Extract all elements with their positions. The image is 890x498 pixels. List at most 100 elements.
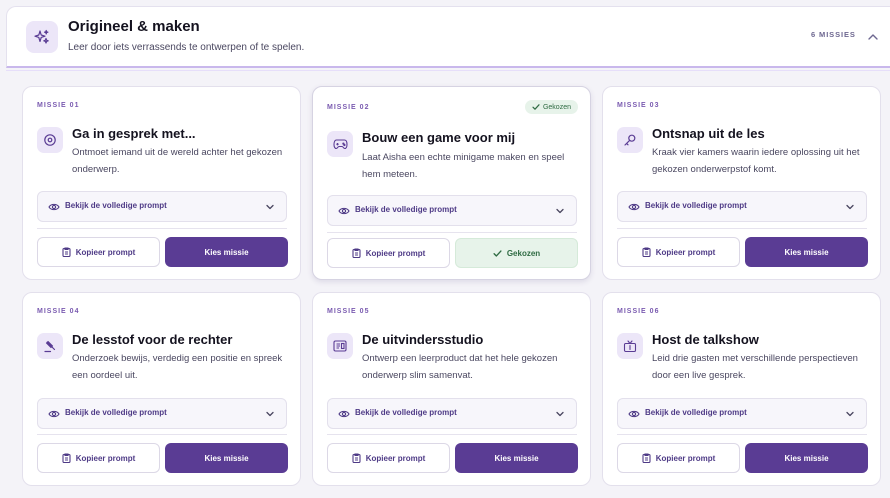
copy-prompt-label: Kopieer prompt — [655, 453, 716, 463]
pick-mission-button[interactable]: Kies missie — [165, 443, 288, 473]
copy-prompt-button[interactable]: Kopieer prompt — [617, 237, 740, 267]
chat-icon — [37, 127, 63, 153]
eye-icon — [48, 203, 60, 211]
mission-title: Bouw een game voor mij — [362, 130, 516, 145]
copy-prompt-label: Kopieer prompt — [655, 247, 716, 257]
view-prompt-toggle[interactable]: Bekijk de volledige prompt — [327, 398, 577, 429]
copy-prompt-button[interactable]: Kopieer prompt — [37, 443, 160, 473]
mission-title: Ontsnap uit de les — [652, 126, 765, 141]
card-separator — [327, 232, 577, 233]
view-prompt-toggle[interactable]: Bekijk de volledige prompt — [37, 398, 287, 429]
sparkles-icon — [26, 21, 58, 53]
view-prompt-label: Bekijk de volledige prompt — [355, 408, 457, 417]
mission-description: Kraak vier kamers waarin iedere oplossin… — [652, 147, 860, 175]
copy-prompt-label: Kopieer prompt — [75, 247, 136, 257]
mission-number: MISSIE 04 — [37, 308, 80, 315]
card-separator — [617, 228, 867, 229]
status-badge-label: Gekozen — [542, 103, 571, 111]
clipboard-icon — [642, 247, 651, 257]
gavel-icon — [37, 333, 63, 359]
mission-card-5: MISSIE 05 De uitvindersstudio Ontwerp ee… — [312, 292, 591, 486]
card-separator — [327, 434, 577, 435]
mission-card-2: MISSIE 02 Gekozen Bouw een game voor mij… — [312, 86, 591, 280]
mission-number: MISSIE 03 — [617, 102, 660, 109]
mission-title: Ga in gesprek met... — [72, 126, 196, 141]
mission-title: Host de talkshow — [652, 332, 759, 347]
view-prompt-label: Bekijk de volledige prompt — [355, 205, 457, 214]
pick-mission-button[interactable]: Kies missie — [745, 237, 868, 267]
chevron-down-icon — [266, 204, 274, 210]
mission-number: MISSIE 02 — [327, 104, 370, 111]
view-prompt-toggle[interactable]: Bekijk de volledige prompt — [327, 195, 577, 226]
mission-description: Ontwerp een leerproduct dat het hele gek… — [362, 353, 558, 381]
pick-mission-label: Kies missie — [784, 453, 829, 463]
section-subtitle: Leer door iets verrassends te ontwerpen … — [68, 42, 305, 53]
picked-mission-label: Gekozen — [506, 248, 541, 258]
clipboard-icon — [62, 247, 71, 257]
pick-mission-label: Kies missie — [204, 453, 249, 463]
mission-card-6: MISSIE 06 Host de talkshow Leid drie gas… — [602, 292, 881, 486]
header-divider — [6, 70, 890, 71]
product-icon — [327, 333, 353, 359]
pick-mission-label: Kies missie — [784, 247, 829, 257]
mission-count: 6 MISSIES — [811, 30, 856, 39]
mission-title: De uitvindersstudio — [362, 332, 484, 347]
view-prompt-toggle[interactable]: Bekijk de volledige prompt — [37, 191, 287, 222]
mission-description: Onderzoek bewijs, verdedig een positie e… — [72, 353, 283, 381]
view-prompt-label: Bekijk de volledige prompt — [645, 201, 747, 210]
chevron-down-icon — [846, 204, 854, 210]
view-prompt-toggle[interactable]: Bekijk de volledige prompt — [617, 191, 867, 222]
chevron-down-icon — [556, 411, 564, 417]
mission-title: De lesstof voor de rechter — [72, 332, 233, 347]
mission-number: MISSIE 01 — [37, 102, 80, 109]
mission-description: Leid drie gasten met verschillende persp… — [652, 353, 858, 381]
eye-icon — [338, 410, 350, 418]
copy-prompt-label: Kopieer prompt — [365, 453, 426, 463]
copy-prompt-button[interactable]: Kopieer prompt — [327, 443, 450, 473]
mission-number: MISSIE 06 — [617, 308, 660, 315]
check-icon — [532, 104, 540, 110]
mission-number: MISSIE 05 — [327, 308, 370, 315]
pick-mission-label: Kies missie — [494, 453, 539, 463]
section-title: Origineel & maken — [68, 18, 200, 35]
mission-description: Laat Aisha een echte minigame maken en s… — [362, 152, 565, 180]
pick-mission-button[interactable]: Kies missie — [745, 443, 868, 473]
clipboard-icon — [62, 453, 71, 463]
tv-icon — [617, 333, 643, 359]
card-separator — [37, 228, 287, 229]
check-icon — [493, 249, 502, 257]
chevron-up-icon[interactable] — [865, 29, 881, 45]
copy-prompt-label: Kopieer prompt — [365, 248, 426, 258]
eye-icon — [48, 410, 60, 418]
pick-mission-label: Kies missie — [204, 247, 249, 257]
key-icon — [617, 127, 643, 153]
pick-mission-button[interactable]: Kies missie — [165, 237, 288, 267]
eye-icon — [628, 203, 640, 211]
clipboard-icon — [352, 453, 361, 463]
mission-card-4: MISSIE 04 De lesstof voor de rechter Ond… — [22, 292, 301, 486]
chevron-down-icon — [266, 411, 274, 417]
card-separator — [617, 434, 867, 435]
picked-mission-button[interactable]: Gekozen — [455, 238, 578, 268]
card-separator — [37, 434, 287, 435]
mission-card-1: MISSIE 01 Ga in gesprek met... Ontmoet i… — [22, 86, 301, 280]
copy-prompt-button[interactable]: Kopieer prompt — [617, 443, 740, 473]
mission-description: Ontmoet iemand uit de wereld achter het … — [72, 147, 283, 175]
copy-prompt-label: Kopieer prompt — [75, 453, 136, 463]
view-prompt-toggle[interactable]: Bekijk de volledige prompt — [617, 398, 867, 429]
gamepad-icon — [327, 131, 353, 157]
eye-icon — [628, 410, 640, 418]
mission-card-3: MISSIE 03 Ontsnap uit de les Kraak vier … — [602, 86, 881, 280]
copy-prompt-button[interactable]: Kopieer prompt — [37, 237, 160, 267]
section-header[interactable]: Origineel & maken Leer door iets verrass… — [6, 6, 890, 68]
chevron-down-icon — [556, 208, 564, 214]
view-prompt-label: Bekijk de volledige prompt — [645, 408, 747, 417]
chevron-down-icon — [846, 411, 854, 417]
eye-icon — [338, 207, 350, 215]
clipboard-icon — [642, 453, 651, 463]
copy-prompt-button[interactable]: Kopieer prompt — [327, 238, 450, 268]
clipboard-icon — [352, 248, 361, 258]
view-prompt-label: Bekijk de volledige prompt — [65, 201, 167, 210]
status-badge: Gekozen — [524, 100, 578, 114]
pick-mission-button[interactable]: Kies missie — [455, 443, 578, 473]
